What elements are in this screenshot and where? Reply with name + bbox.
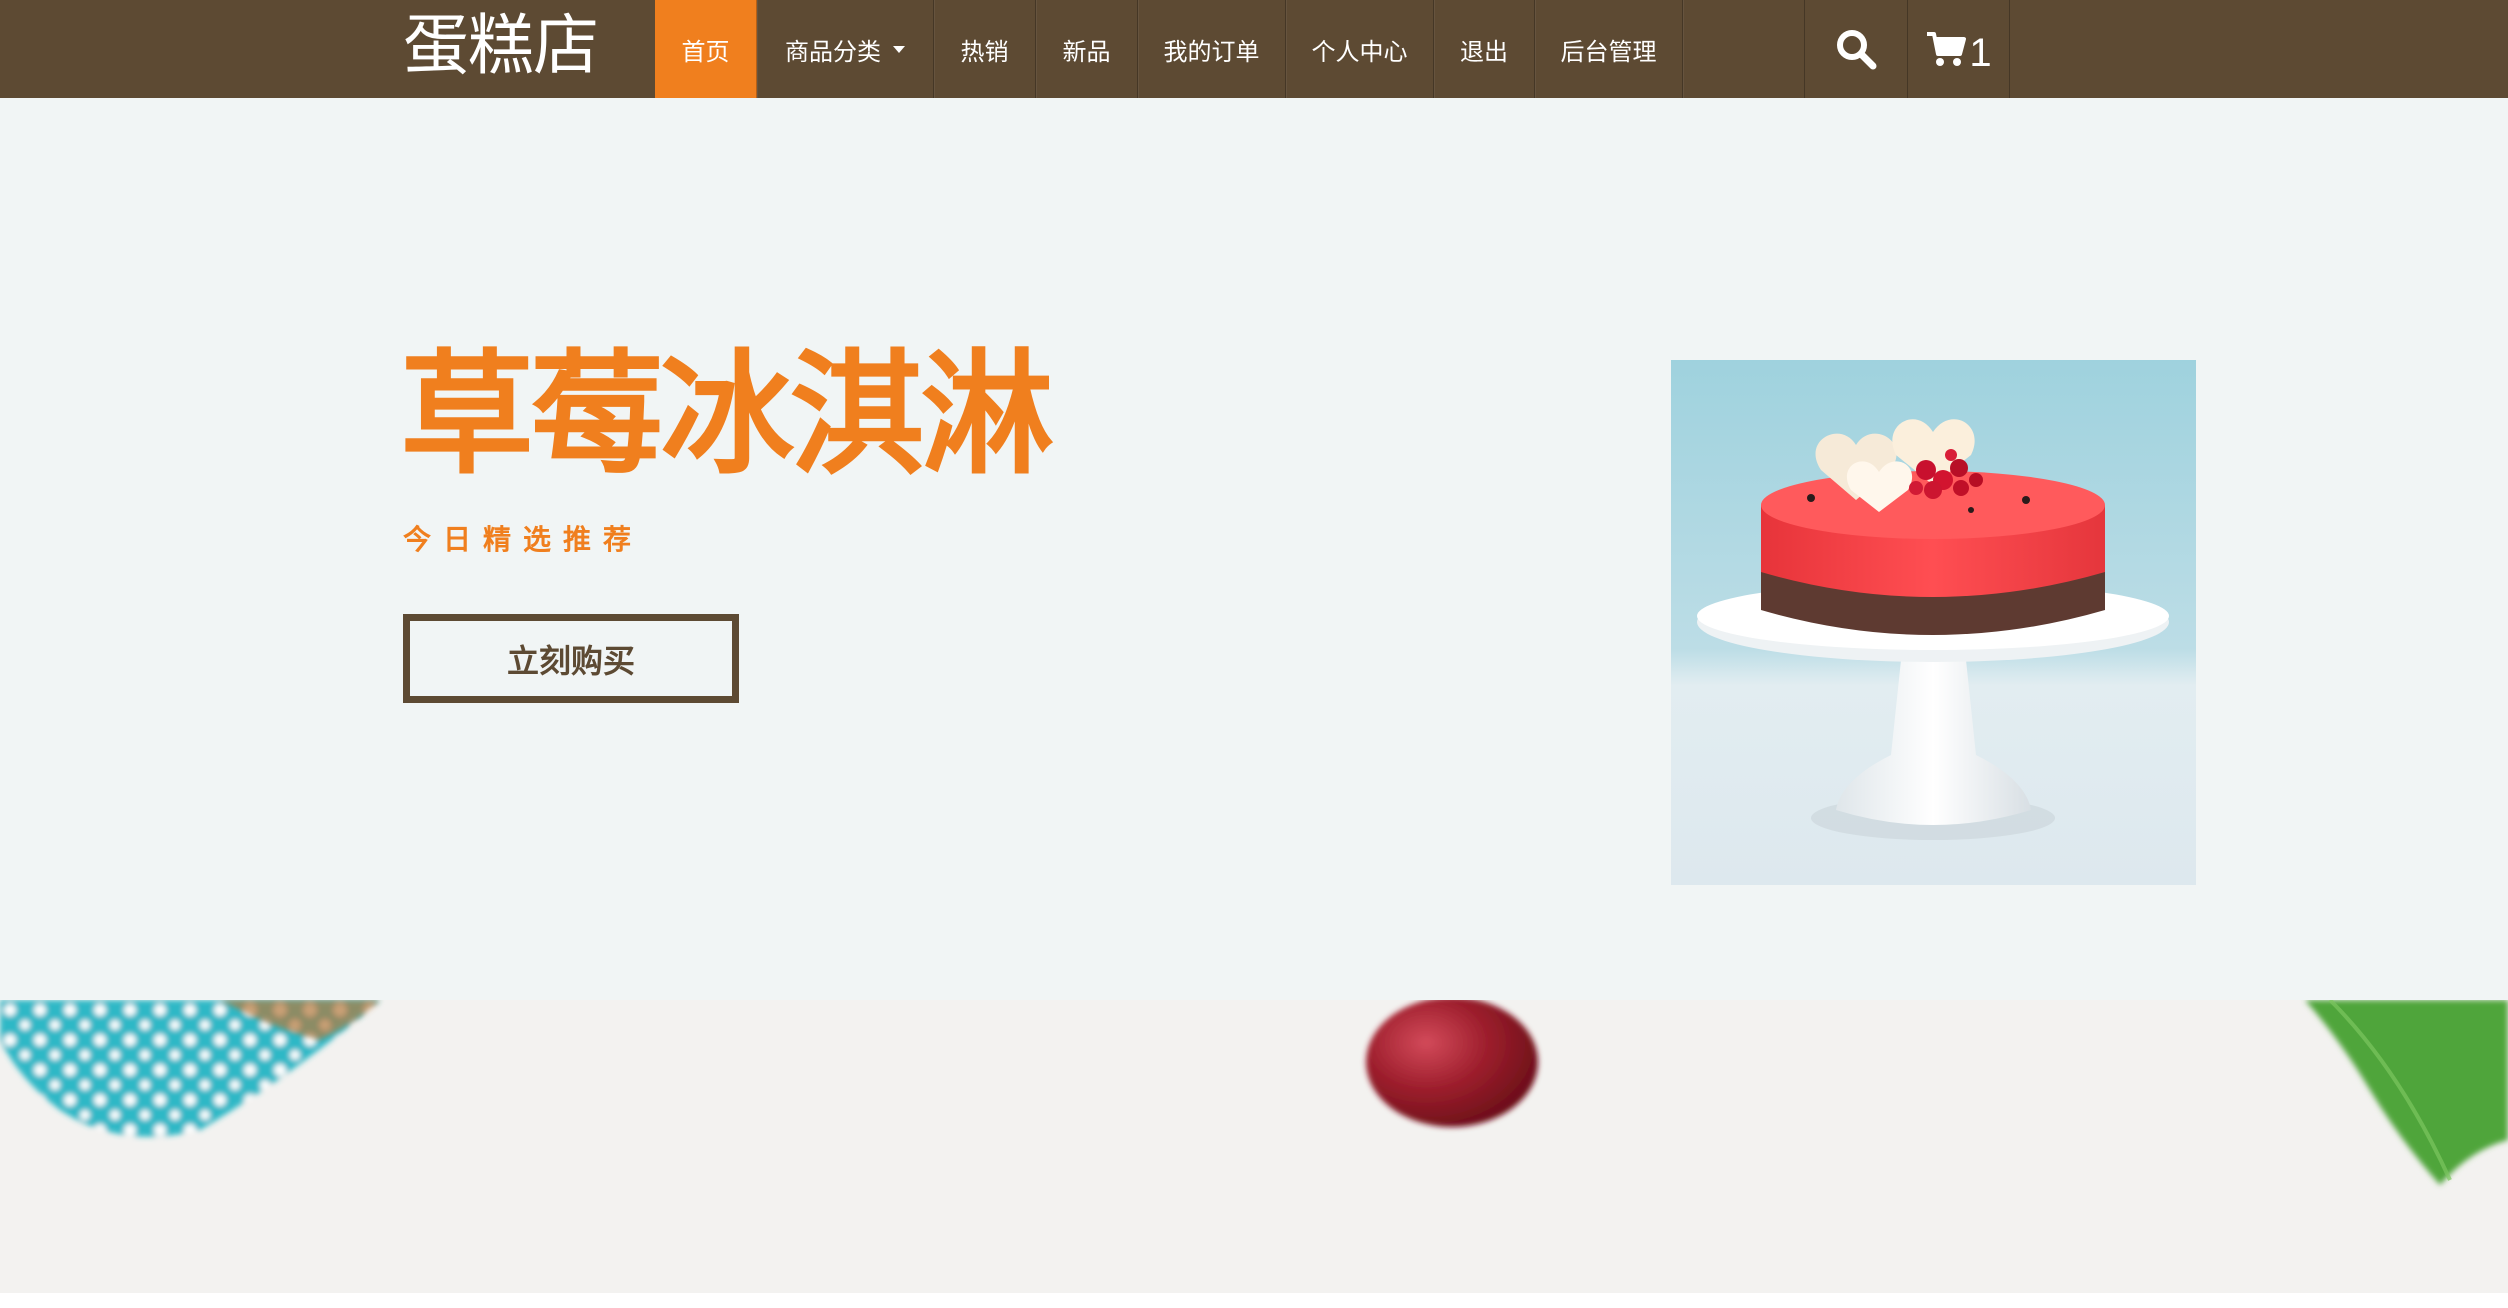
search-icon	[1837, 30, 1877, 70]
hero-banner: 草莓冰淇淋 今日精选推荐 立刻购买	[0, 98, 2508, 1000]
nav-icon-group: 1	[1804, 0, 2010, 98]
nav-item-hot-label: 热销	[960, 37, 1009, 66]
nav-item-home-label: 首页	[681, 37, 730, 66]
nav-item-hot[interactable]: 热销	[934, 0, 1036, 98]
nav-item-logout[interactable]: 退出	[1434, 0, 1535, 98]
brand-logo[interactable]: 蛋糕店	[403, 0, 599, 98]
caret-down-icon	[893, 45, 905, 53]
nav-item-orders-label: 我的订单	[1163, 37, 1260, 66]
page-bottom-edge	[0, 1293, 2508, 1308]
nav-item-new-label: 新品	[1062, 37, 1111, 66]
nav-item-logout-label: 退出	[1460, 37, 1508, 66]
cart-count-badge: 1	[1969, 30, 1992, 75]
shopping-cart-icon	[1927, 32, 1967, 66]
decorative-footer-banner	[0, 1000, 2508, 1293]
hero-subtitle: 今日精选推荐	[403, 523, 644, 556]
nav-item-home[interactable]: 首页	[655, 0, 757, 98]
top-navbar: 蛋糕店 首页 商品分类 热销 新品 我的订单 个人中心 退出 后台管理 1	[0, 0, 2508, 98]
nav-item-orders[interactable]: 我的订单	[1138, 0, 1286, 98]
nav-item-categories[interactable]: 商品分类	[757, 0, 934, 98]
decorative-food-illustration	[0, 1000, 2508, 1185]
hero-title: 草莓冰淇淋	[400, 337, 1054, 493]
nav-item-new[interactable]: 新品	[1036, 0, 1138, 98]
nav-item-profile[interactable]: 个人中心	[1286, 0, 1434, 98]
search-button[interactable]	[1804, 0, 1907, 98]
nav-item-admin[interactable]: 后台管理	[1535, 0, 1683, 98]
buy-now-button[interactable]: 立刻购买	[403, 614, 739, 703]
nav-item-profile-label: 个人中心	[1311, 37, 1408, 66]
main-nav-menu: 首页 商品分类 热销 新品 我的订单 个人中心 退出 后台管理	[655, 0, 1683, 98]
cart-button[interactable]: 1	[1907, 0, 2010, 98]
product-image-strawberry-ice-cream-cake[interactable]	[1671, 360, 2196, 885]
nav-item-categories-label: 商品分类	[785, 37, 881, 66]
nav-item-admin-label: 后台管理	[1560, 37, 1657, 66]
